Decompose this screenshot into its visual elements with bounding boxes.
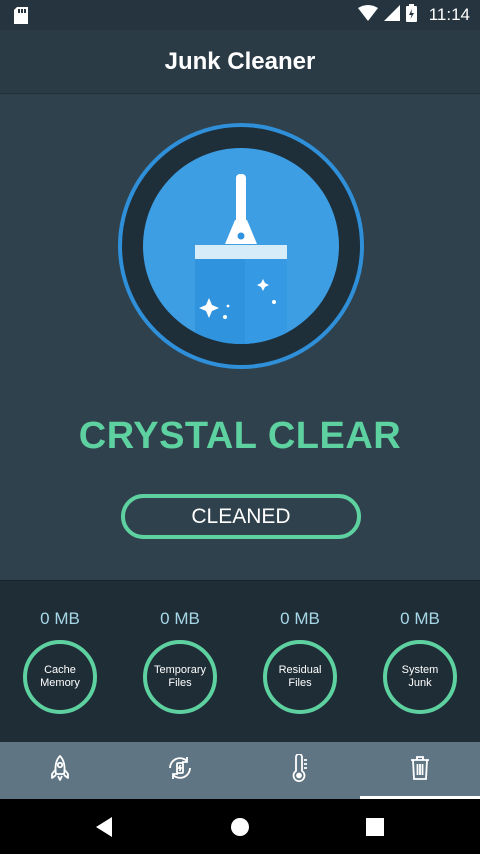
broom-illustration [143,148,339,344]
cleaned-button[interactable]: CLEANED [121,494,361,539]
stat-temporary-files[interactable]: 0 MB Temporary Files [120,581,240,743]
clean-status-text: CRYSTAL CLEAR [78,415,402,457]
stat-label: Residual Files [263,640,337,714]
tab-booster[interactable] [0,742,120,799]
battery-icon [405,3,417,27]
back-icon [96,816,112,837]
tab-battery-saver[interactable] [120,742,240,799]
junk-stats: 0 MB Cache Memory 0 MB Temporary Files 0… [0,580,480,742]
home-button[interactable] [200,799,280,854]
bottom-tab-bar [0,742,480,799]
stat-size: 0 MB [280,609,320,628]
back-button[interactable] [65,799,145,854]
sd-card-icon [14,7,28,29]
page-title: Junk Cleaner [164,47,316,75]
tab-junk-cleaner[interactable] [360,742,480,799]
stat-size: 0 MB [40,609,80,628]
app-bar: Junk Cleaner [0,30,480,94]
clock: 11:14 [428,5,470,24]
stat-label: Cache Memory [23,640,97,714]
battery-sync-icon [166,754,194,787]
stat-size: 0 MB [400,609,440,628]
system-nav-bar [0,799,480,854]
rocket-icon [49,755,71,786]
tab-cpu-cooler[interactable] [240,742,360,799]
stat-label: System Junk [383,640,457,714]
stat-size: 0 MB [160,609,200,628]
clean-status-ring [118,123,364,369]
trash-icon [409,755,431,786]
stat-residual-files[interactable]: 0 MB Residual Files [240,581,360,743]
clean-status-panel: CRYSTAL CLEAR CLEANED [0,95,480,580]
stat-system-junk[interactable]: 0 MB System Junk [360,581,480,743]
recents-icon [366,817,384,836]
status-bar: 11:14 [0,0,480,30]
wifi-icon [357,4,378,26]
recents-button[interactable] [335,799,415,854]
thermometer-icon [291,753,309,787]
stat-label: Temporary Files [143,640,217,714]
stat-cache-memory[interactable]: 0 MB Cache Memory [0,581,120,743]
home-icon [231,817,249,836]
signal-icon [383,4,400,26]
